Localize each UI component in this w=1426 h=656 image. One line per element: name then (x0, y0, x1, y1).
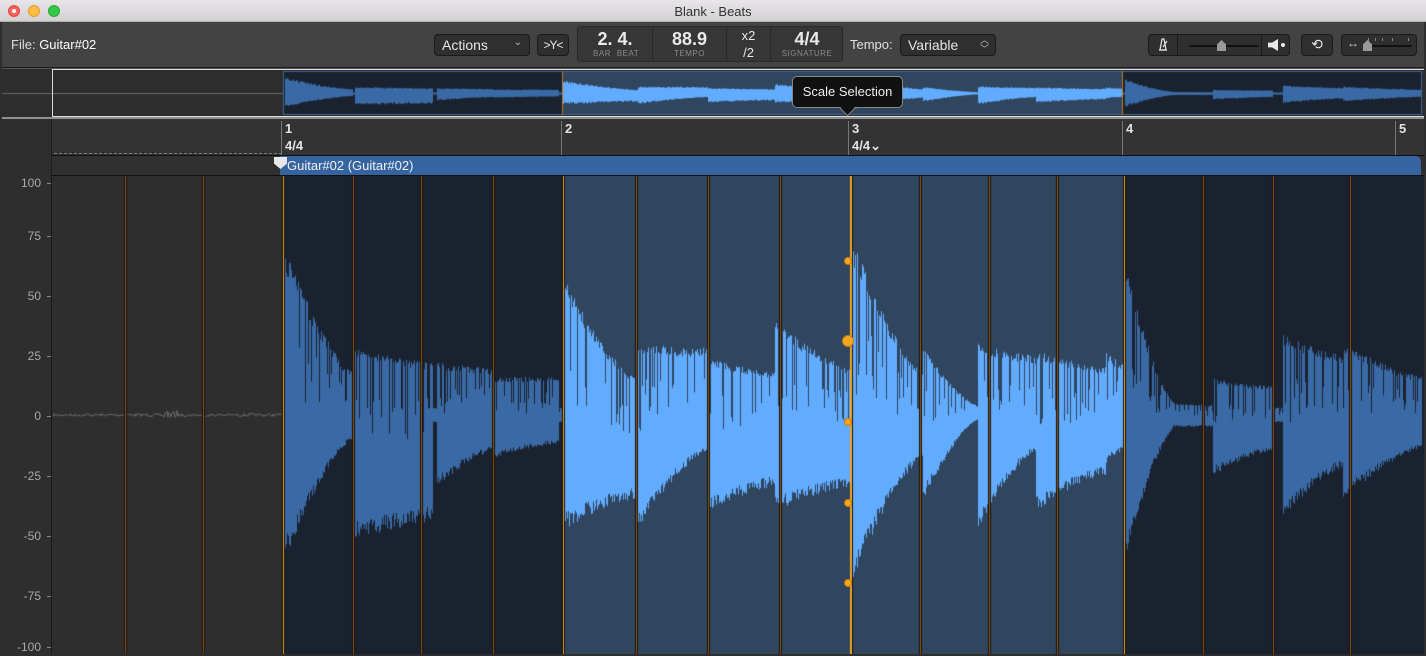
signature-value: 4/4 (794, 29, 820, 49)
horizontal-zoom-icon: ↔ (1347, 36, 1359, 50)
tempo-mode-label: Tempo: (850, 37, 893, 52)
y-tick: -25 (23, 469, 52, 483)
bar-number: 5 (1399, 121, 1407, 136)
file-name: Guitar#02 (39, 37, 97, 52)
tempo-display[interactable]: 88.9 TEMPO (653, 27, 727, 61)
y-tick: -100 (16, 640, 52, 654)
double-tempo-button[interactable]: x2 (727, 27, 770, 44)
waveform-editor[interactable]: 100 75 50 25 0 -25 -50 -75 -100 (2, 176, 1424, 654)
bar-marker-1: 1 4/4 (281, 121, 303, 155)
bar-number: 3 (852, 121, 860, 136)
bar-label: BAR (593, 49, 611, 58)
file-prefix: File: (11, 37, 36, 52)
chevron-down-icon: ⌄ (513, 37, 522, 48)
actions-label: Actions (442, 37, 488, 53)
title-bar: Blank - Beats (0, 0, 1426, 22)
tempo-value: 88.9 (671, 29, 708, 49)
ruler-dashed-line (54, 153, 282, 154)
y-tick: -75 (23, 589, 52, 603)
speaker-icon[interactable] (1261, 35, 1289, 55)
zoom-slider[interactable] (1366, 45, 1412, 47)
bar-number: 4 (1126, 121, 1134, 136)
y-tick: 25 (27, 349, 52, 363)
transient-handle[interactable] (844, 257, 852, 265)
y-tick: 0 (34, 409, 51, 423)
overview-waveform (2, 69, 1424, 117)
bar-number: 1 (285, 121, 293, 136)
bar-number: 2 (565, 121, 573, 136)
main-waveform[interactable] (53, 176, 1424, 654)
signature-menu[interactable]: 4/4⌄ (852, 138, 881, 154)
waveform-overview[interactable] (2, 68, 1424, 119)
tempo-mode-select[interactable]: Variable ︿ ﹀ (900, 34, 996, 56)
signature-display[interactable]: 4/4 SIGNATURE (771, 27, 843, 61)
bar-beat-value: 2. 4. (597, 29, 633, 49)
zoom-slider-knob[interactable] (1363, 40, 1372, 51)
audio-region-header[interactable]: Guitar#02 (Guitar#02) (280, 156, 1421, 175)
file-label: File: Guitar#02 (11, 37, 96, 52)
zoom-control: ↔ (1341, 34, 1417, 56)
y-tick: -50 (23, 529, 52, 543)
tempo-multiplier: x2 /2 (727, 27, 771, 61)
app-window: Blank - Beats File: Guitar#02 Actions ⌄ … (0, 0, 1426, 656)
toolbar: File: Guitar#02 Actions ⌄ >Y< 2. 4. BAR B… (2, 22, 1424, 68)
y-tick: 75 (27, 229, 52, 243)
preview-volume-group (1148, 34, 1290, 56)
cycle-icon: ⟲ (1311, 36, 1323, 52)
half-tempo-button[interactable]: /2 (727, 44, 770, 61)
position-display[interactable]: 2. 4. BAR BEAT (578, 27, 653, 61)
bar-signature: 4/4 (285, 138, 304, 153)
updown-chevron-icon: ︿ ﹀ (979, 35, 989, 54)
bar-marker-5: 5 (1395, 121, 1406, 155)
beat-label: BEAT (616, 49, 640, 58)
cycle-button[interactable]: ⟲ (1301, 34, 1333, 56)
tempo-caption: TEMPO (674, 49, 705, 58)
y-tick: 50 (27, 289, 52, 303)
transient-handle-main[interactable] (842, 335, 854, 347)
scale-selection-button[interactable]: >Y< (537, 34, 569, 56)
window-title: Blank - Beats (674, 4, 752, 19)
bar-marker-3: 3 4/4⌄ (848, 121, 881, 155)
region-name: Guitar#02 (Guitar#02) (287, 158, 414, 173)
tempo-mode-value: Variable (908, 37, 959, 53)
signature-caption: SIGNATURE (781, 49, 833, 58)
scale-icon: >Y< (543, 38, 563, 52)
transient-handle[interactable] (844, 579, 852, 587)
metronome-icon[interactable] (1149, 35, 1178, 55)
bar-marker-4: 4 (1122, 121, 1133, 155)
ruler-gutter (2, 119, 52, 176)
amplitude-axis: 100 75 50 25 0 -25 -50 -75 -100 (2, 176, 52, 654)
transient-handle[interactable] (844, 418, 852, 426)
region-lane: Guitar#02 (Guitar#02) (52, 155, 1424, 176)
transient-handle[interactable] (844, 499, 852, 507)
scale-selection-tooltip: Scale Selection (792, 76, 903, 108)
volume-slider-knob[interactable] (1217, 40, 1226, 51)
y-tick: 100 (20, 176, 52, 190)
bar-ruler[interactable]: 1 4/4 2 3 4/4⌄ 4 5 (2, 119, 1424, 176)
actions-menu-button[interactable]: Actions ⌄ (434, 34, 530, 56)
lcd-display: 2. 4. BAR BEAT 88.9 TEMPO x2 /2 4/4 SIGNA… (577, 26, 843, 62)
bar-marker-2: 2 (561, 121, 572, 155)
